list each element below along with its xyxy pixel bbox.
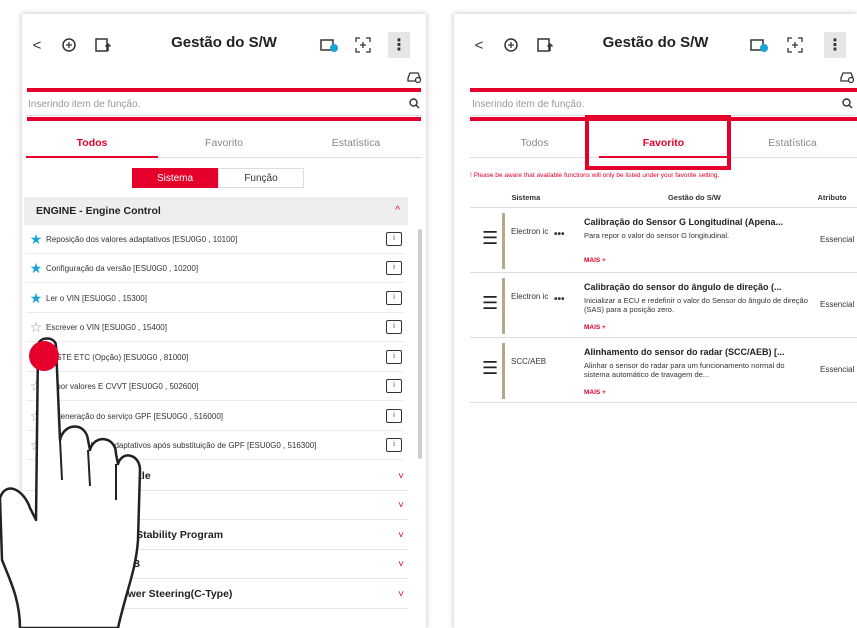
- search-icon[interactable]: [406, 97, 422, 112]
- more-options-icon[interactable]: •••: [554, 294, 565, 305]
- document-icon[interactable]: i: [386, 438, 402, 452]
- chevron-down-icon: ˅: [398, 559, 404, 570]
- right-screen: < Gestão do S/W ⋮ Inserindo item de funç…: [454, 14, 857, 628]
- row-sistema: SCC/AEB: [511, 357, 547, 366]
- row-indicator: [502, 213, 505, 269]
- tab-todos[interactable]: Todos: [470, 128, 599, 157]
- vehicle-icon[interactable]: [839, 69, 855, 86]
- tab-estatistica[interactable]: Estatística: [728, 128, 857, 157]
- back-button[interactable]: <: [26, 34, 48, 56]
- tab-estatistica[interactable]: Estatística: [290, 128, 422, 157]
- accent-bar: [27, 117, 421, 121]
- vehicle-scan-icon[interactable]: [500, 34, 522, 56]
- hand-pointer-icon: [0, 337, 142, 628]
- star-filled-icon[interactable]: ★: [26, 260, 46, 277]
- drag-handle-icon[interactable]: ☰: [482, 359, 498, 377]
- upload-icon[interactable]: [534, 34, 556, 56]
- screenshot-icon[interactable]: [784, 34, 806, 56]
- group-engine[interactable]: ENGINE - Engine Control ^: [24, 197, 408, 225]
- function-label: Configuração da versão [ESU0G0 , 10200]: [46, 263, 199, 273]
- search-input[interactable]: Inserindo item de função.: [470, 99, 839, 110]
- function-row[interactable]: ★ Ler o VIN [ESU0G0 , 15300] i: [26, 284, 404, 313]
- chevron-down-icon: ˅: [398, 500, 404, 511]
- document-icon[interactable]: i: [386, 232, 402, 246]
- more-link[interactable]: MAIS +: [584, 324, 606, 331]
- chevron-down-icon: ˅: [398, 589, 404, 600]
- search-input[interactable]: Inserindo item de função.: [26, 99, 406, 110]
- drag-handle-icon[interactable]: ☰: [482, 294, 498, 312]
- chevron-up-icon: ^: [395, 205, 400, 216]
- star-filled-icon[interactable]: ★: [26, 290, 46, 307]
- toggle-funcao[interactable]: Função: [218, 168, 304, 188]
- view-toggle: Sistema Função: [132, 168, 304, 188]
- function-row[interactable]: ★ Reposição dos valores adaptativos [ESU…: [26, 225, 404, 254]
- function-label: Reposição dos valores adaptativos [ESU0G…: [46, 234, 238, 244]
- drag-handle-icon[interactable]: ☰: [482, 229, 498, 247]
- vci-status-icon[interactable]: [318, 34, 340, 56]
- more-link[interactable]: MAIS +: [584, 257, 606, 264]
- function-row[interactable]: ★ Configuração da versão [ESU0G0 , 10200…: [26, 254, 404, 283]
- chevron-down-icon: ˅: [398, 530, 404, 541]
- accent-bar: [27, 88, 421, 92]
- scrollbar[interactable]: [418, 229, 422, 459]
- star-filled-icon[interactable]: ★: [26, 231, 46, 248]
- search-icon[interactable]: [839, 97, 855, 112]
- vci-status-icon[interactable]: [748, 34, 770, 56]
- vehicle-icon[interactable]: [406, 69, 422, 86]
- row-sistema: Electron ic: [511, 227, 549, 236]
- tab-todos[interactable]: Todos: [26, 128, 158, 158]
- back-button[interactable]: <: [468, 34, 490, 56]
- document-icon[interactable]: i: [386, 261, 402, 275]
- table-row[interactable]: ☰ SCC/AEB Alinhamento do sensor do radar…: [470, 339, 857, 403]
- row-sistema: Electron ic: [511, 292, 549, 301]
- more-options-icon[interactable]: •••: [554, 229, 565, 240]
- table-header: Sistema Gestão do S/W Atributo: [470, 188, 857, 208]
- app-header: < Gestão do S/W ⋮: [22, 14, 426, 72]
- tab-bar: Todos Favorito Estatística: [26, 128, 422, 158]
- vehicle-scan-icon[interactable]: [58, 34, 80, 56]
- chevron-down-icon: ˅: [398, 471, 404, 482]
- col-atributo: Atributo: [817, 193, 847, 202]
- search-bar[interactable]: Inserindo item de função.: [470, 94, 855, 116]
- upload-icon[interactable]: [92, 34, 114, 56]
- col-gestao: Gestão do S/W: [667, 193, 721, 202]
- more-menu-button[interactable]: ⋮: [824, 32, 846, 58]
- document-icon[interactable]: i: [386, 350, 402, 364]
- more-link[interactable]: MAIS +: [584, 389, 606, 396]
- function-label: Ler o VIN [ESU0G0 , 15300]: [46, 293, 147, 303]
- row-atributo: Essencial: [820, 300, 855, 309]
- search-bar[interactable]: Inserindo item de função.: [26, 94, 422, 116]
- col-sistema: Sistema: [511, 193, 541, 202]
- favorite-notice: ! Please be aware that available functio…: [470, 172, 720, 179]
- table-row[interactable]: ☰ Electron ic ••• Calibração do sensor d…: [470, 274, 857, 338]
- row-indicator: [502, 343, 505, 399]
- accent-bar: [470, 88, 857, 92]
- app-header: < Gestão do S/W ⋮: [454, 14, 857, 72]
- row-description: Para repor o valor do sensor G longitudi…: [584, 231, 730, 240]
- favorito-tab-highlight: [585, 115, 731, 170]
- row-atributo: Essencial: [820, 365, 855, 374]
- row-description: Alinhar o sensor do radar para um funcio…: [584, 361, 785, 379]
- document-icon[interactable]: i: [386, 409, 402, 423]
- row-title: Calibração do Sensor G Longitudinal (Ape…: [584, 217, 784, 227]
- row-indicator: [502, 278, 505, 334]
- tab-favorito[interactable]: Favorito: [158, 128, 290, 157]
- document-icon[interactable]: i: [386, 320, 402, 334]
- row-title: Alinhamento do sensor do radar (SCC/AEB)…: [584, 347, 785, 357]
- screenshot-icon[interactable]: [352, 34, 374, 56]
- more-menu-button[interactable]: ⋮: [388, 32, 410, 58]
- toggle-sistema[interactable]: Sistema: [132, 168, 218, 188]
- group-title: ENGINE - Engine Control: [36, 205, 161, 217]
- row-description: Inicializar a ECU e redefinir o valor do…: [584, 296, 808, 314]
- row-atributo: Essencial: [820, 235, 855, 244]
- document-icon[interactable]: i: [386, 379, 402, 393]
- row-title: Calibração do sensor do ângulo de direçã…: [584, 282, 782, 292]
- document-icon[interactable]: i: [386, 291, 402, 305]
- table-row[interactable]: ☰ Electron ic ••• Calibração do Sensor G…: [470, 209, 857, 273]
